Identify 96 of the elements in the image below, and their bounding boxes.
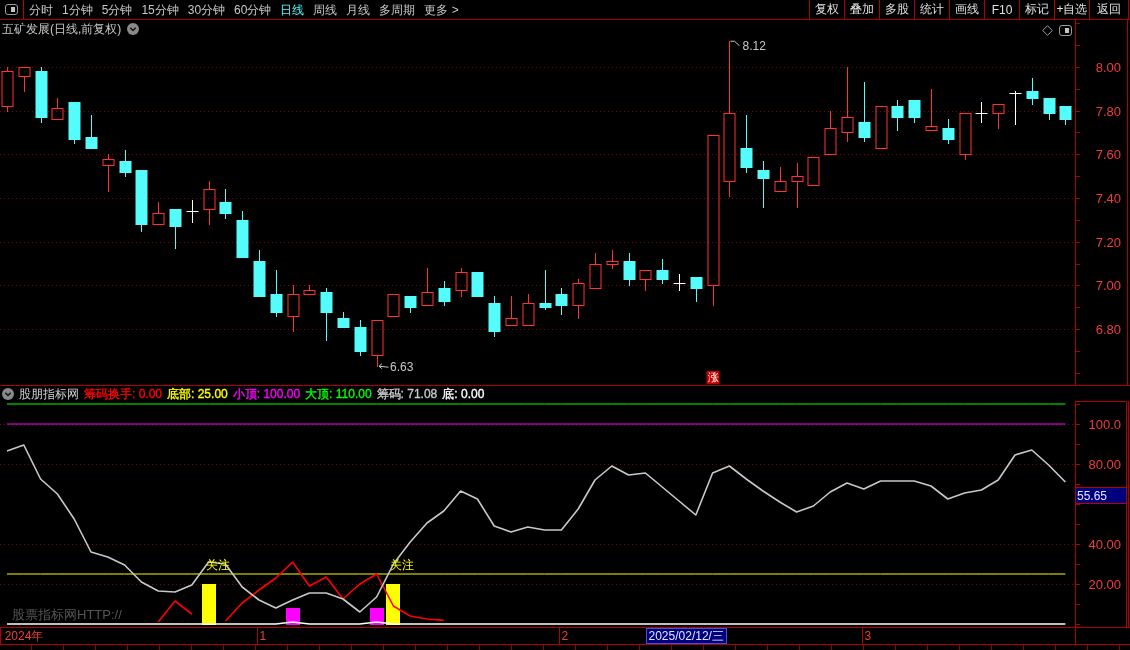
candlestick — [371, 320, 384, 368]
candlestick — [18, 67, 31, 93]
low-price-label: 6.63 — [390, 360, 414, 375]
candlestick — [539, 269, 552, 311]
candlestick — [673, 273, 686, 292]
legend-item: 筹码: 71.08 — [376, 386, 438, 401]
candlestick — [320, 287, 333, 342]
candlestick — [992, 104, 1005, 130]
indicator-bar — [202, 584, 216, 625]
candlestick — [942, 118, 955, 145]
candlestick — [774, 166, 787, 192]
period-tab[interactable]: 多周期 — [379, 0, 416, 19]
candlestick — [623, 252, 636, 287]
time-axis-label: 2024年 — [4, 629, 44, 643]
candlestick — [387, 294, 400, 317]
candlestick — [287, 284, 300, 333]
candlestick — [757, 160, 770, 209]
indicator-bar — [386, 584, 400, 625]
price-axis-label: 7.40 — [1095, 191, 1121, 207]
period-tab[interactable]: 5分钟 — [101, 0, 133, 19]
period-tab[interactable]: 分时 — [29, 0, 53, 19]
indicator-axis-label: 40.00 — [1088, 536, 1121, 552]
candlestick — [438, 280, 451, 307]
candlestick — [975, 101, 988, 124]
price-axis-label: 7.00 — [1095, 278, 1121, 294]
time-axis-label: 2 — [561, 629, 569, 643]
candlestick — [791, 162, 804, 209]
diamond-icon[interactable] — [1042, 25, 1053, 36]
period-tab[interactable]: 30分钟 — [187, 0, 226, 19]
panel-icon[interactable] — [1059, 25, 1072, 36]
price-axis-label: 7.60 — [1095, 147, 1121, 163]
period-tab[interactable]: 更多 > — [424, 0, 459, 19]
candlestick — [807, 157, 820, 186]
period-tab[interactable]: 60分钟 — [234, 0, 272, 19]
indicator-axis-label: 20.00 — [1088, 576, 1121, 592]
price-axis-label: 7.80 — [1095, 104, 1121, 120]
value-cursor-label: 55.65 — [1075, 487, 1127, 504]
period-tab[interactable]: 15分钟 — [141, 0, 179, 19]
candlestick — [639, 270, 652, 292]
candlestick — [1026, 77, 1039, 106]
time-axis-label: 3 — [864, 629, 872, 643]
candlestick — [85, 114, 98, 150]
price-axis-label: 8.00 — [1095, 60, 1121, 76]
legend-item: 小顶: 100.00 — [232, 386, 301, 401]
limit-up-marker: 涨 — [706, 371, 720, 384]
candlestick — [824, 110, 837, 155]
leader-line — [730, 40, 740, 47]
date-cursor-label: 2025/02/12/三 — [646, 628, 727, 644]
candlestick — [1043, 97, 1056, 121]
candlestick — [219, 188, 232, 220]
candlestick — [1059, 105, 1072, 126]
candlestick — [875, 106, 888, 149]
candlestick — [925, 88, 938, 131]
price-axis-label: 6.80 — [1095, 322, 1121, 338]
candlestick — [589, 252, 602, 289]
candlestick — [891, 99, 904, 132]
candlestick — [522, 293, 535, 326]
period-tab[interactable]: 月线 — [346, 0, 371, 19]
chart-title: 五矿发展(日线,前复权) — [2, 22, 122, 36]
candlestick — [169, 208, 182, 250]
candlestick — [270, 269, 283, 318]
candlestick — [656, 258, 669, 285]
period-tab[interactable]: 周线 — [313, 0, 338, 19]
indicator-axis-label: 80.00 — [1088, 456, 1121, 472]
legend-item: 底部: 25.00 — [167, 386, 228, 401]
period-tab[interactable]: 1分钟 — [62, 0, 93, 19]
price-axis-label: 7.20 — [1095, 235, 1121, 251]
candlestick — [1009, 90, 1022, 126]
candlestick — [51, 97, 64, 120]
candlestick — [740, 114, 753, 174]
indicator-axis-label: 100.0 — [1088, 416, 1121, 432]
candlestick — [841, 66, 854, 143]
candlestick — [723, 40, 736, 198]
candlestick — [505, 295, 518, 326]
candlestick — [908, 99, 921, 124]
candlestick — [707, 135, 720, 307]
candlestick — [119, 149, 132, 178]
source-text: 股票指标网HTTP:// — [12, 607, 122, 622]
high-price-label: 8.12 — [742, 38, 766, 53]
toolbar-button[interactable]: +自选 — [1054, 0, 1089, 19]
legend-item: 底: 0.00 — [442, 386, 485, 401]
panel-icon — [5, 4, 18, 15]
candlestick — [186, 199, 199, 224]
time-axis-label: 1 — [259, 629, 267, 643]
candlestick — [152, 201, 165, 225]
candlestick — [858, 81, 871, 143]
dropdown-icon[interactable] — [2, 387, 14, 400]
candlestick — [690, 276, 703, 303]
period-tab[interactable]: 日线 — [280, 0, 305, 19]
leader-line — [378, 363, 389, 370]
candlestick — [555, 287, 568, 316]
dropdown-icon[interactable] — [127, 23, 140, 35]
legend-item: 大顶: 110.00 — [305, 386, 372, 401]
indicator-name: 股朋指标网 — [19, 386, 79, 401]
legend-item: 筹码换手: 0.00 — [84, 386, 163, 401]
candlestick — [421, 267, 434, 306]
